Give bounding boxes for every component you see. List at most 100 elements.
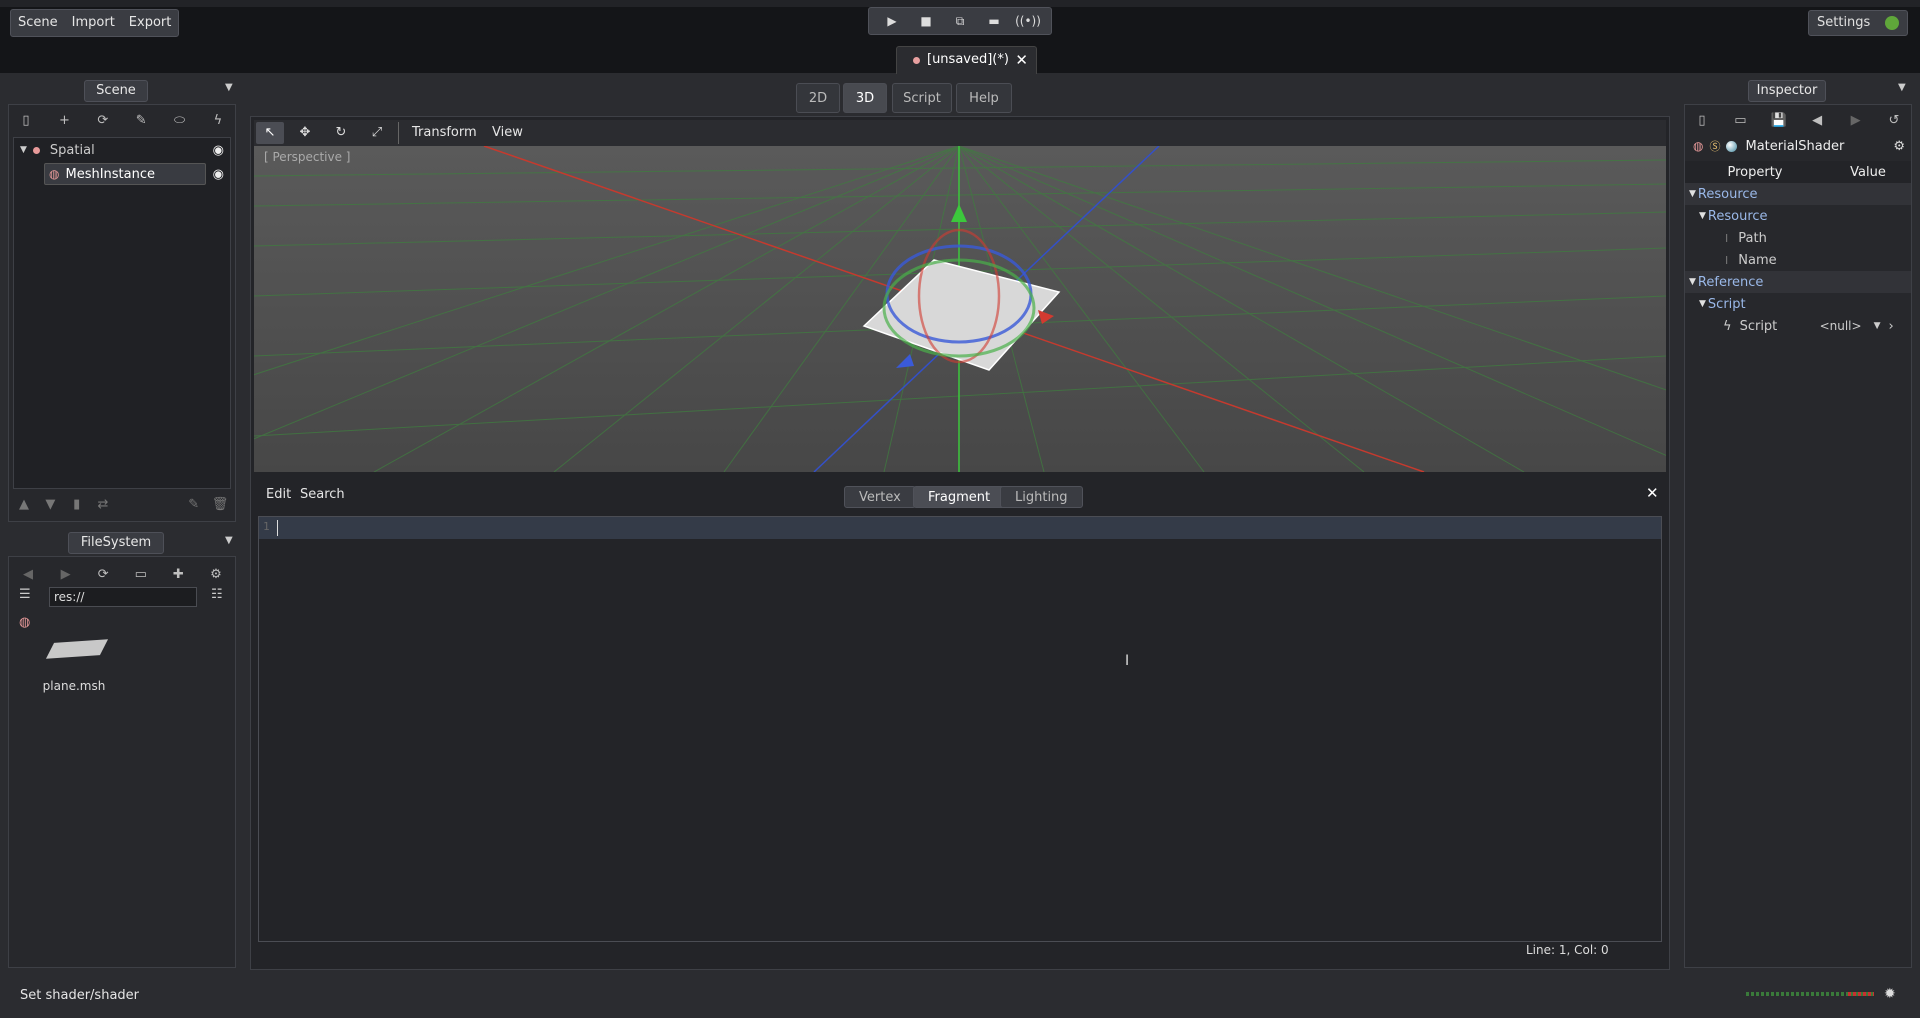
- add-child-icon[interactable]: +: [53, 109, 75, 131]
- filesystem-toolbar: ◀ ▶ ⟳ ▭ ✚ ⚙: [9, 557, 235, 587]
- move-up-icon[interactable]: ▲: [13, 493, 35, 515]
- scene-tab[interactable]: [unsaved](*) ✕: [896, 46, 1037, 74]
- tab-fragment[interactable]: Fragment: [913, 486, 1006, 508]
- inspector-title-wrap: Inspector: [1748, 80, 1826, 102]
- tab-2d[interactable]: 2D: [796, 83, 840, 113]
- visibility-eye-icon[interactable]: ◉: [213, 167, 224, 182]
- scene-dock-title[interactable]: Scene: [84, 80, 148, 102]
- collapse-arrow-icon[interactable]: ▼: [1699, 211, 1706, 221]
- folder-tree-icon[interactable]: ☰: [19, 587, 31, 602]
- attach-script-icon[interactable]: ✎: [130, 109, 152, 131]
- play-icon[interactable]: ▶: [881, 10, 903, 32]
- tab-lighting[interactable]: Lighting: [1000, 486, 1083, 508]
- filesystem-dock-title[interactable]: FileSystem: [68, 532, 164, 554]
- play-scene-icon[interactable]: ⧉: [949, 10, 971, 32]
- history-icon[interactable]: ↺: [1883, 109, 1905, 131]
- load-resource-icon[interactable]: ▭: [1729, 109, 1751, 131]
- file-item[interactable]: plane.msh: [29, 629, 119, 709]
- deploy-icon[interactable]: ((•)): [1015, 10, 1041, 32]
- update-spinner-icon: [1885, 16, 1899, 30]
- save-resource-icon[interactable]: 💾: [1768, 109, 1790, 131]
- tree-item-spatial[interactable]: ▼ Spatial ◉: [14, 138, 230, 162]
- move-down-icon[interactable]: ▼: [39, 493, 61, 515]
- view-menu[interactable]: View: [492, 120, 523, 146]
- move-tool-icon[interactable]: ✥: [292, 122, 318, 144]
- tab-3d[interactable]: 3D: [843, 83, 887, 113]
- scale-tool-icon[interactable]: ⤢: [364, 122, 390, 144]
- import-menu[interactable]: Import: [65, 10, 122, 36]
- close-editor-icon[interactable]: ✕: [1646, 484, 1659, 502]
- duplicate-icon[interactable]: ▮: [66, 493, 88, 515]
- settings-button[interactable]: Settings: [1808, 10, 1908, 36]
- path-input[interactable]: [49, 587, 197, 607]
- collapse-arrow-icon[interactable]: ▼: [1699, 299, 1706, 309]
- cursor-status: Line: 1, Col: 0: [1526, 943, 1609, 957]
- group-icon[interactable]: ⬭: [169, 109, 191, 131]
- tab-vertex[interactable]: Vertex: [844, 486, 916, 508]
- select-tool-icon[interactable]: ↖: [256, 122, 284, 144]
- section-reference[interactable]: ▼ Reference: [1685, 271, 1911, 293]
- back-icon[interactable]: ◀: [17, 563, 39, 585]
- property-path[interactable]: I Path: [1685, 227, 1911, 249]
- inspector-dock: ▯ ▭ 💾 ◀ ▶ ↺ ◍ Ⓢ MaterialShader ⚙ Propert…: [1684, 104, 1912, 968]
- inspector-menu-icon[interactable]: ▼: [1898, 82, 1906, 93]
- tab-help[interactable]: Help: [956, 83, 1012, 113]
- shader-resource-icon[interactable]: Ⓢ: [1709, 138, 1720, 154]
- connect-signal-icon[interactable]: ϟ: [207, 109, 229, 131]
- inspector-header: Property Value: [1685, 161, 1911, 183]
- search-menu[interactable]: Search: [300, 482, 345, 508]
- new-resource-icon[interactable]: ▯: [1691, 109, 1713, 131]
- subsection-script[interactable]: ▼ Script: [1685, 293, 1911, 315]
- perspective-label[interactable]: [ Perspective ]: [264, 150, 351, 164]
- viewport-toolbar: ↖ ✥ ↻ ⤢ Transform View: [254, 120, 1666, 146]
- history-forward-icon[interactable]: ▶: [1845, 109, 1867, 131]
- history-back-icon[interactable]: ◀: [1806, 109, 1828, 131]
- scene-tab-title: [unsaved](*): [927, 52, 1009, 67]
- expand-arrow-icon[interactable]: ›: [1889, 319, 1894, 334]
- make-local-icon[interactable]: ✎: [183, 493, 205, 515]
- property-script[interactable]: ϟ Script <null> ▼ ›: [1685, 315, 1911, 337]
- tree-item-meshinstance[interactable]: ◍ MeshInstance ◉: [14, 162, 230, 186]
- instance-scene-icon[interactable]: ⟳: [92, 109, 114, 131]
- refresh-icon[interactable]: ⟳: [92, 563, 114, 585]
- forward-icon[interactable]: ▶: [55, 563, 77, 585]
- resource-type-label: MaterialShader: [1745, 138, 1845, 154]
- visibility-eye-icon[interactable]: ◉: [213, 143, 224, 158]
- reparent-icon[interactable]: ⇄: [92, 493, 114, 515]
- list-view-icon[interactable]: ☷: [211, 587, 223, 602]
- close-tab-icon[interactable]: ✕: [1015, 47, 1028, 73]
- object-menu-gear-icon[interactable]: ⚙: [1893, 139, 1905, 154]
- filesystem-menu-icon[interactable]: ▼: [225, 535, 233, 546]
- inspector-dock-title[interactable]: Inspector: [1748, 80, 1826, 102]
- scene-menu[interactable]: Scene: [11, 10, 65, 36]
- 3d-viewport[interactable]: [ Perspective ]: [254, 146, 1666, 472]
- collapse-arrow-icon[interactable]: ▼: [1689, 277, 1696, 287]
- collapse-arrow-icon[interactable]: ▼: [20, 145, 27, 155]
- subsection-label: Script: [1707, 296, 1746, 312]
- play-custom-scene-icon[interactable]: ▬: [983, 10, 1005, 32]
- dropdown-arrow-icon[interactable]: ▼: [1874, 321, 1881, 331]
- section-label: Reference: [1697, 274, 1764, 290]
- delete-icon[interactable]: 🗑: [209, 493, 231, 515]
- gear-icon[interactable]: ⚙: [205, 563, 227, 585]
- script-value[interactable]: <null>: [1820, 319, 1862, 333]
- shader-editor-header: Edit Search Vertex Fragment Lighting ✕: [254, 482, 1666, 510]
- rotate-tool-icon[interactable]: ↻: [328, 122, 354, 144]
- export-menu[interactable]: Export: [122, 10, 179, 36]
- section-resource[interactable]: ▼ Resource: [1685, 183, 1911, 205]
- open-folder-icon[interactable]: ▭: [130, 563, 152, 585]
- main-menu: Scene Import Export: [10, 9, 180, 37]
- stop-icon[interactable]: ■: [915, 10, 937, 32]
- scene-dock-menu-icon[interactable]: ▼: [225, 82, 233, 93]
- collapse-arrow-icon[interactable]: ▼: [1689, 189, 1696, 199]
- settings-gear-icon[interactable]: ✹: [1884, 986, 1896, 1002]
- transform-menu[interactable]: Transform: [412, 120, 477, 146]
- property-name[interactable]: I Name: [1685, 249, 1911, 271]
- mesh-resource-icon[interactable]: ◍: [1693, 139, 1703, 153]
- tab-script[interactable]: Script: [892, 83, 952, 113]
- edit-menu[interactable]: Edit: [266, 482, 291, 508]
- add-icon[interactable]: ✚: [167, 563, 189, 585]
- subsection-resource[interactable]: ▼ Resource: [1685, 205, 1911, 227]
- code-editor[interactable]: 1 I: [258, 516, 1662, 942]
- new-node-icon[interactable]: ▯: [15, 109, 37, 131]
